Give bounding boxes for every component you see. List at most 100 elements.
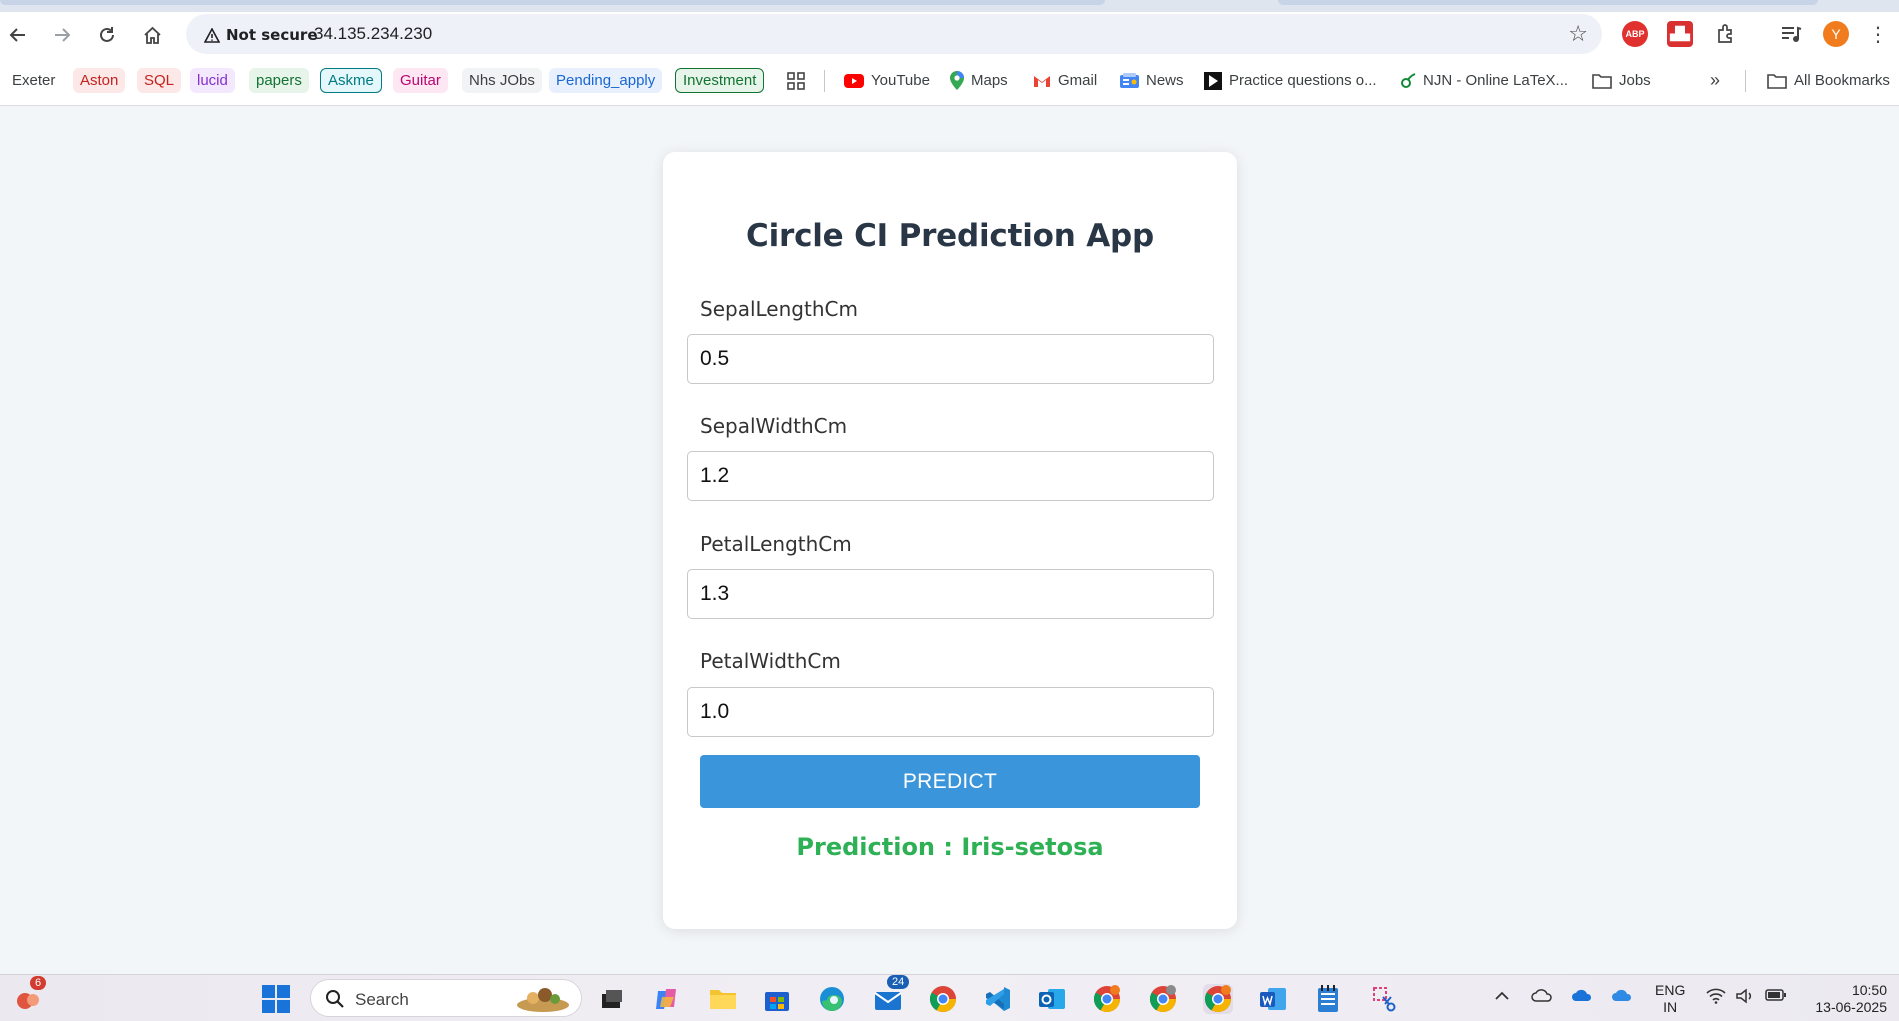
input-language-indicator[interactable]: ENG IN: [1655, 982, 1685, 1016]
more-bookmarks-chevron-icon[interactable]: »: [1703, 68, 1727, 93]
widgets-badge: 6: [30, 976, 47, 990]
warning-icon: [204, 27, 220, 43]
volume-icon[interactable]: [1735, 988, 1755, 1007]
battery-icon[interactable]: [1765, 988, 1787, 1005]
media-controls-icon[interactable]: [1778, 21, 1804, 47]
bookmark-youtube[interactable]: YouTube: [837, 68, 937, 93]
bookmark-gmail[interactable]: Gmail: [1026, 68, 1104, 93]
bookmark-nhs-jobs[interactable]: Nhs JObs: [462, 68, 542, 93]
mail-badge: 24: [887, 975, 910, 989]
chrome-profile-icon[interactable]: [1148, 984, 1178, 1014]
widgets-icon[interactable]: 6: [14, 976, 47, 1014]
home-icon: [143, 26, 161, 44]
search-highlight-food-icon: [517, 988, 569, 1012]
sepal-length-label: SepalLengthCm: [700, 297, 858, 321]
browser-toolbar: Not secure 34.135.234.230 ☆ ABP ▟▙ Y ⋮: [0, 12, 1899, 56]
petal-length-label: PetalLengthCm: [700, 532, 852, 556]
bookmark-pending-apply[interactable]: Pending_apply: [549, 68, 663, 93]
sepal-width-input[interactable]: 1.2: [687, 451, 1214, 501]
all-bookmarks-button[interactable]: All Bookmarks: [1760, 68, 1897, 93]
adblock-plus-icon[interactable]: ABP: [1622, 21, 1648, 47]
reload-button[interactable]: [92, 20, 122, 50]
word-icon[interactable]: [1258, 984, 1288, 1014]
bookmark-maps[interactable]: Maps: [943, 68, 1015, 93]
tab-strip: [0, 0, 1899, 12]
bookmark-askme[interactable]: Askme: [320, 68, 382, 93]
apps-grid-icon[interactable]: [780, 68, 812, 93]
bookmark-guitar[interactable]: Guitar: [393, 68, 448, 93]
mendeley-extension-icon[interactable]: ▟▙: [1667, 21, 1693, 47]
bookmark-jobs-folder[interactable]: Jobs: [1585, 68, 1658, 93]
onedrive-personal-icon[interactable]: [1611, 988, 1633, 1005]
url-text[interactable]: 34.135.234.230: [314, 24, 432, 44]
security-indicator[interactable]: Not secure: [196, 23, 326, 47]
task-view-icon[interactable]: [597, 984, 627, 1014]
forward-arrow-icon: [55, 28, 71, 42]
taskbar-search-box[interactable]: Search: [310, 979, 582, 1017]
chrome-profile-icon[interactable]: [1092, 984, 1122, 1014]
bookmark-star-icon[interactable]: ☆: [1568, 22, 1588, 47]
active-tab-indicator[interactable]: [0, 0, 1105, 5]
bookmark-news[interactable]: News: [1113, 68, 1191, 93]
folder-icon: [1592, 73, 1612, 89]
bookmark-aston[interactable]: Aston: [73, 68, 126, 93]
system-clock[interactable]: 10:50 13-06-2025: [1815, 982, 1887, 1016]
bookmark-separator: [1745, 70, 1746, 92]
background-tab-indicator[interactable]: [1278, 0, 1818, 5]
windows-logo-icon: [262, 985, 290, 1013]
wifi-icon[interactable]: [1706, 988, 1726, 1007]
microsoft-store-icon[interactable]: [762, 984, 792, 1014]
prediction-result: Prediction : Iris-setosa: [796, 833, 1104, 861]
address-bar[interactable]: Not secure 34.135.234.230 ☆: [186, 14, 1602, 54]
profile-avatar[interactable]: Y: [1823, 21, 1849, 47]
back-arrow-icon: [9, 28, 25, 42]
petal-width-label: PetalWidthCm: [700, 649, 841, 673]
mail-icon[interactable]: 24: [873, 975, 910, 1014]
youtube-icon: [844, 73, 864, 88]
predict-button[interactable]: PREDICT: [700, 755, 1200, 808]
page-title: Circle CI Prediction App: [746, 218, 1154, 254]
folder-icon: [1767, 73, 1787, 89]
chrome-icon[interactable]: [928, 984, 958, 1014]
prediction-form-card: Circle CI Prediction App SepalLengthCm 0…: [663, 152, 1237, 929]
chrome-active-window-icon[interactable]: [1203, 984, 1233, 1014]
start-button[interactable]: [261, 984, 291, 1014]
bookmark-exeter[interactable]: Exeter: [5, 68, 62, 93]
bookmark-investment[interactable]: Investment: [675, 68, 765, 93]
bookmark-njn-latex[interactable]: NJN - Online LaTeX...: [1393, 68, 1575, 93]
back-button[interactable]: [3, 20, 33, 50]
home-button[interactable]: [137, 20, 167, 50]
gmail-icon: [1033, 74, 1051, 88]
file-explorer-icon[interactable]: [708, 984, 738, 1014]
onedrive-business-icon[interactable]: [1571, 988, 1593, 1005]
snipping-tool-icon[interactable]: [1370, 984, 1400, 1014]
bookmarks-bar: Exeter Aston SQL lucid papers Askme Guit…: [0, 56, 1899, 106]
petal-width-input[interactable]: 1.0: [687, 687, 1214, 737]
show-hidden-icons-chevron-icon[interactable]: [1494, 988, 1510, 1004]
bookmark-papers[interactable]: papers: [249, 68, 309, 93]
reload-icon: [100, 27, 114, 42]
extensions-puzzle-icon[interactable]: [1713, 21, 1739, 47]
petal-length-input[interactable]: 1.3: [687, 569, 1214, 619]
search-label: Search: [355, 990, 409, 1009]
edge-icon[interactable]: [817, 984, 847, 1014]
news-icon: [1120, 72, 1139, 89]
forward-button[interactable]: [47, 20, 77, 50]
maps-icon: [950, 71, 964, 90]
bookmark-separator: [824, 70, 825, 92]
security-label: Not secure: [226, 26, 318, 44]
practice-icon: [1204, 71, 1222, 90]
bookmark-practice-questions[interactable]: Practice questions o...: [1197, 68, 1384, 93]
bookmark-sql[interactable]: SQL: [137, 68, 182, 93]
sepal-width-label: SepalWidthCm: [700, 414, 848, 438]
windows-taskbar: 6 Search 24 ENG IN 10:50 13-06-2025: [0, 974, 1899, 1021]
sepal-length-input[interactable]: 0.5: [687, 334, 1214, 384]
onedrive-icon[interactable]: [1531, 988, 1553, 1005]
overleaf-icon: [1400, 72, 1416, 89]
copilot-icon[interactable]: [652, 984, 682, 1014]
bookmark-lucid[interactable]: lucid: [190, 68, 235, 93]
vscode-icon[interactable]: [983, 984, 1013, 1014]
outlook-icon[interactable]: [1037, 984, 1067, 1014]
browser-menu-icon[interactable]: ⋮: [1865, 21, 1891, 47]
notepad-icon[interactable]: [1313, 984, 1343, 1014]
